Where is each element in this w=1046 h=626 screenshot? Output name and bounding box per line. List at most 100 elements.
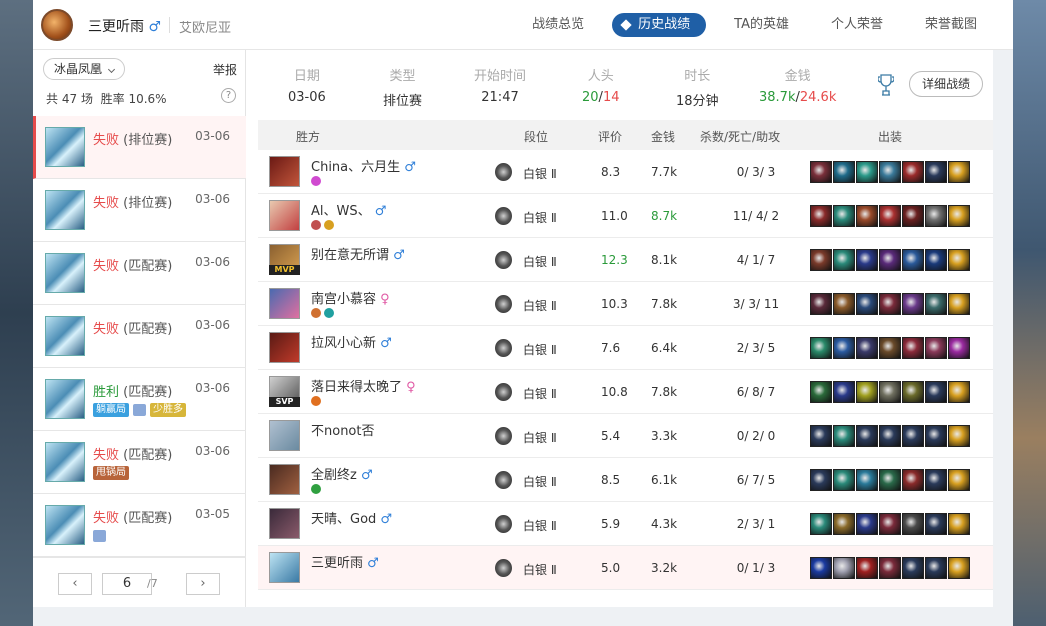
item-icon[interactable] <box>810 469 832 491</box>
item-icon[interactable] <box>879 293 901 315</box>
champion-avatar[interactable] <box>269 508 300 539</box>
item-icon[interactable] <box>833 337 855 359</box>
table-row[interactable]: Al、WS、 ♂ 白银 Ⅱ 11.0 8.7k 11/ 4/ 2 <box>258 194 993 238</box>
champion-avatar[interactable] <box>269 200 300 231</box>
item-icon[interactable] <box>925 381 947 403</box>
item-icon[interactable] <box>856 293 878 315</box>
item-icon[interactable] <box>810 161 832 183</box>
champion-avatar[interactable] <box>269 156 300 187</box>
item-icon[interactable] <box>902 425 924 447</box>
item-icon[interactable] <box>948 513 970 535</box>
item-icon[interactable] <box>902 469 924 491</box>
item-icon[interactable] <box>833 161 855 183</box>
item-icon[interactable] <box>833 557 855 579</box>
item-icon[interactable] <box>902 381 924 403</box>
item-icon[interactable] <box>856 425 878 447</box>
player-name[interactable]: 落日来得太晚了 ♀ <box>311 376 416 395</box>
item-icon[interactable] <box>833 293 855 315</box>
tab-history[interactable]: 历史战绩 <box>612 13 707 37</box>
player-name[interactable]: 天晴、God ♂ <box>311 508 392 527</box>
item-icon[interactable] <box>948 557 970 579</box>
champion-avatar[interactable] <box>269 420 300 451</box>
item-icon[interactable] <box>879 249 901 271</box>
item-icon[interactable] <box>833 425 855 447</box>
item-icon[interactable] <box>925 425 947 447</box>
item-icon[interactable] <box>810 337 832 359</box>
item-icon[interactable] <box>925 205 947 227</box>
item-icon[interactable] <box>948 205 970 227</box>
item-icon[interactable] <box>925 469 947 491</box>
player-name[interactable]: 别在意无所谓 ♂ <box>311 244 405 263</box>
item-icon[interactable] <box>856 337 878 359</box>
champion-avatar[interactable] <box>269 332 300 363</box>
item-icon[interactable] <box>856 205 878 227</box>
player-name[interactable]: China、六月生 ♂ <box>311 156 416 175</box>
item-icon[interactable] <box>902 513 924 535</box>
item-icon[interactable] <box>902 337 924 359</box>
item-icon[interactable] <box>810 205 832 227</box>
item-icon[interactable] <box>856 469 878 491</box>
table-row[interactable]: 三更听雨 ♂ 白银 Ⅱ 5.0 3.2k 0/ 1/ 3 <box>258 546 993 590</box>
item-icon[interactable] <box>948 293 970 315</box>
item-icon[interactable] <box>948 249 970 271</box>
item-icon[interactable] <box>925 337 947 359</box>
champion-avatar[interactable] <box>269 464 300 495</box>
item-icon[interactable] <box>810 249 832 271</box>
detail-stats-button[interactable]: 详细战绩 <box>909 71 983 97</box>
item-icon[interactable] <box>879 161 901 183</box>
match-list-item[interactable]: 胜利 (匹配赛) 03-06 躺赢局 少胜多 <box>33 368 246 431</box>
next-page-button[interactable]: › <box>186 573 220 595</box>
item-icon[interactable] <box>810 513 832 535</box>
match-list-item[interactable]: 失败 (匹配赛) 03-05 <box>33 494 246 557</box>
item-icon[interactable] <box>810 381 832 403</box>
item-icon[interactable] <box>879 381 901 403</box>
table-row[interactable]: 不nonot否 白银 Ⅱ 5.4 3.3k 0/ 2/ 0 <box>258 414 993 458</box>
tab-honors[interactable]: 个人荣誉 <box>817 13 897 37</box>
table-row[interactable]: MVP 别在意无所谓 ♂ 白银 Ⅱ 12.3 8.1k 4/ 1/ 7 <box>258 238 993 282</box>
item-icon[interactable] <box>948 337 970 359</box>
tab-heroes[interactable]: TA的英雄 <box>720 13 803 37</box>
item-icon[interactable] <box>879 337 901 359</box>
tab-overview[interactable]: 战绩总览 <box>518 13 598 37</box>
item-icon[interactable] <box>856 513 878 535</box>
item-icon[interactable] <box>833 469 855 491</box>
player-name[interactable]: 不nonot否 <box>311 420 374 439</box>
report-link[interactable]: 举报 <box>213 61 237 78</box>
match-list-item[interactable]: 失败 (排位赛) 03-06 <box>33 116 246 179</box>
item-icon[interactable] <box>879 205 901 227</box>
item-icon[interactable] <box>879 557 901 579</box>
item-icon[interactable] <box>902 205 924 227</box>
item-icon[interactable] <box>856 557 878 579</box>
match-list-item[interactable]: 失败 (匹配赛) 03-06 <box>33 305 246 368</box>
player-name[interactable]: 拉风小心新 ♂ <box>311 332 392 351</box>
table-row[interactable]: China、六月生 ♂ 白银 Ⅱ 8.3 7.7k 0/ 3/ 3 <box>258 150 993 194</box>
item-icon[interactable] <box>833 205 855 227</box>
item-icon[interactable] <box>948 425 970 447</box>
table-row[interactable]: SVP 落日来得太晚了 ♀ 白银 Ⅱ 10.8 7.8k 6/ 8/ 7 <box>258 370 993 414</box>
player-name[interactable]: Al、WS、 ♂ <box>311 200 386 219</box>
item-icon[interactable] <box>856 381 878 403</box>
trophy-icon[interactable] <box>878 73 894 97</box>
item-icon[interactable] <box>925 513 947 535</box>
item-icon[interactable] <box>879 425 901 447</box>
help-icon[interactable]: ? <box>221 88 236 103</box>
match-list-item[interactable]: 失败 (排位赛) 03-06 <box>33 179 246 242</box>
item-icon[interactable] <box>833 513 855 535</box>
item-icon[interactable] <box>948 381 970 403</box>
champion-avatar[interactable] <box>269 288 300 319</box>
item-icon[interactable] <box>902 161 924 183</box>
player-name[interactable]: 三更听雨 ♂ <box>311 552 379 571</box>
tab-screenshots[interactable]: 荣誉截图 <box>911 13 991 37</box>
item-icon[interactable] <box>948 161 970 183</box>
match-list-item[interactable]: 失败 (匹配赛) 03-06 <box>33 242 246 305</box>
item-icon[interactable] <box>810 557 832 579</box>
item-icon[interactable] <box>925 293 947 315</box>
item-icon[interactable] <box>948 469 970 491</box>
item-icon[interactable] <box>810 293 832 315</box>
table-row[interactable]: 南宫小慕容 ♀ 白银 Ⅱ 10.3 7.8k 3/ 3/ 11 <box>258 282 993 326</box>
item-icon[interactable] <box>925 161 947 183</box>
item-icon[interactable] <box>879 469 901 491</box>
table-row[interactable]: 拉风小心新 ♂ 白银 Ⅱ 7.6 6.4k 2/ 3/ 5 <box>258 326 993 370</box>
item-icon[interactable] <box>902 249 924 271</box>
item-icon[interactable] <box>902 293 924 315</box>
